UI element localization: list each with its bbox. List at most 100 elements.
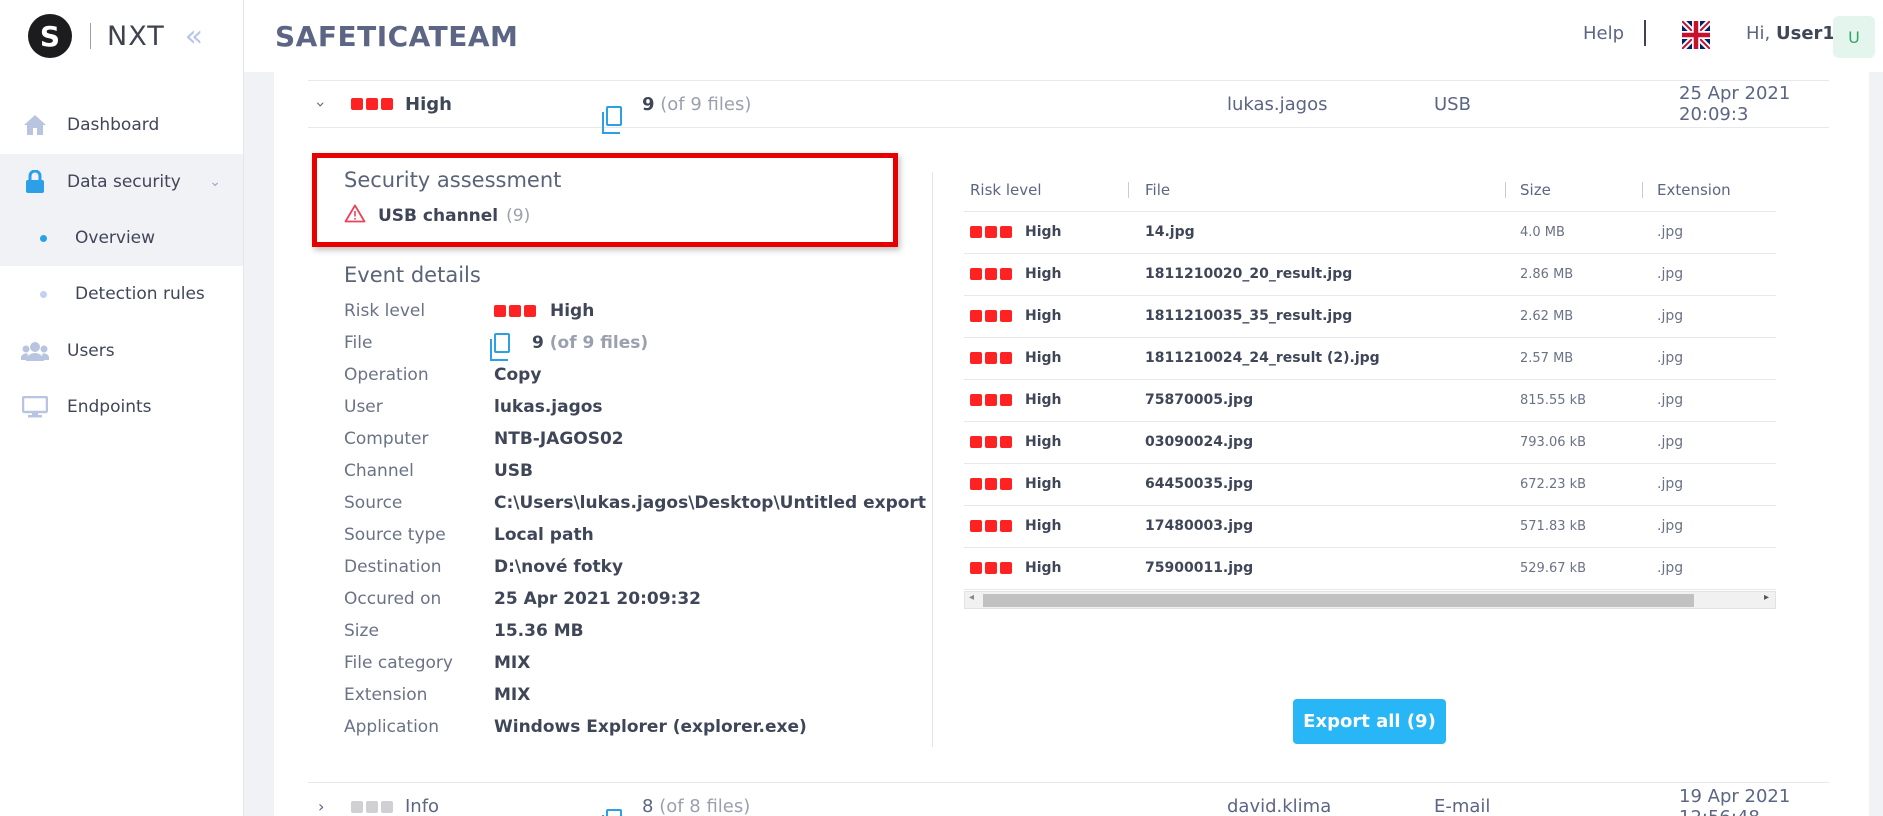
file-size: 4.0 MB (1520, 225, 1565, 240)
table-row[interactable]: High 75900011.jpg 529.67 kB .jpg (964, 548, 1776, 590)
brand-name: NXT (107, 20, 165, 52)
date-cell: 19 Apr 2021 12:56:48 (1679, 785, 1791, 816)
file-size: 815.55 kB (1520, 393, 1587, 408)
help-link[interactable]: Help (1583, 23, 1624, 44)
file-extension: .jpg (1657, 434, 1684, 450)
file-extension: .jpg (1657, 266, 1684, 282)
table-row[interactable]: High 14.jpg 4.0 MB .jpg (964, 212, 1776, 254)
chevron-right-icon[interactable]: › (318, 797, 324, 816)
home-icon (21, 114, 49, 136)
file-extension: .jpg (1657, 308, 1684, 324)
copy-icon (490, 333, 510, 361)
scrollbar-thumb[interactable] (983, 594, 1694, 607)
file-size: 529.67 kB (1520, 561, 1587, 576)
column-header-extension[interactable]: Extension (1657, 181, 1731, 199)
uk-flag-icon[interactable] (1679, 18, 1713, 52)
main-content: › High 9 (of 9 files) lukas.jagos USB 25… (274, 72, 1869, 816)
detail-occured-on: Occured on 25 Apr 2021 20:09:32 (344, 589, 702, 609)
file-size: 2.62 MB (1520, 309, 1574, 324)
detail-extension: Extension MIX (344, 685, 531, 705)
lock-icon (21, 170, 49, 194)
risk-label: High (1025, 350, 1062, 366)
detail-destination: Destination D:\nové fotky (344, 557, 624, 577)
horizontal-scrollbar[interactable]: ◂ ▸ (964, 591, 1776, 609)
sidebar-item-dashboard[interactable]: Dashboard (0, 97, 243, 153)
chevron-down-icon: ⌄ (209, 174, 221, 190)
sidebar-item-label: Detection rules (75, 284, 205, 304)
column-header-file[interactable]: File (1145, 181, 1170, 199)
detail-risk-level: Risk level High (344, 301, 595, 321)
detail-source: Source C:\Users\lukas.jagos\Desktop\Untit… (344, 493, 926, 513)
risk-indicator (970, 562, 1012, 574)
file-name: 1811210024_24_result (2).jpg (1145, 350, 1380, 366)
logo: S (28, 14, 72, 58)
monitor-icon (21, 396, 49, 418)
sidebar-item-label: Users (67, 341, 115, 361)
column-header-risk[interactable]: Risk level (970, 181, 1042, 199)
file-count: 9 (of 9 files) (642, 93, 752, 115)
risk-indicator (970, 268, 1012, 280)
sidebar: S NXT « Dashboard Data security ⌄ Overvi… (0, 0, 244, 816)
active-dot-icon (40, 234, 47, 242)
table-row[interactable]: High 03090024.jpg 793.06 kB .jpg (964, 422, 1776, 464)
risk-label: High (1025, 560, 1062, 576)
event-details-title: Event details (344, 263, 481, 287)
sidebar-item-label: Endpoints (67, 397, 152, 417)
collapse-sidebar-icon[interactable]: « (185, 19, 203, 54)
table-row[interactable]: High 17480003.jpg 571.83 kB .jpg (964, 506, 1776, 548)
risk-label: High (1025, 392, 1062, 408)
risk-indicator (970, 520, 1012, 532)
file-extension: .jpg (1657, 392, 1684, 408)
column-header-size[interactable]: Size (1520, 181, 1551, 199)
scroll-left-icon[interactable]: ◂ (969, 592, 974, 603)
risk-indicator (351, 98, 393, 110)
table-row[interactable]: High 1811210024_24_result (2).jpg 2.57 MB.… (964, 338, 1776, 380)
user-greeting: Hi, User1 (1746, 23, 1835, 44)
detail-operation: Operation Copy (344, 365, 542, 385)
user-cell: lukas.jagos (1227, 93, 1328, 115)
file-size: 2.57 MB (1520, 351, 1574, 366)
avatar[interactable]: U (1833, 16, 1875, 58)
sidebar-item-endpoints[interactable]: Endpoints (0, 379, 243, 435)
scroll-right-icon[interactable]: ▸ (1764, 592, 1769, 603)
detail-file: File 9 (of 9 files) (344, 333, 649, 361)
file-name: 64450035.jpg (1145, 476, 1254, 492)
detail-file-category: File category MIX (344, 653, 531, 673)
table-row[interactable]: High 1811210020_20_result.jpg 2.86 MB .jpg (964, 254, 1776, 296)
risk-label: High (1025, 224, 1062, 240)
risk-label: High (1025, 308, 1062, 324)
event-row[interactable]: › Info 8 (of 8 files) david.klima E-mail… (308, 782, 1829, 816)
chevron-down-icon[interactable]: › (312, 101, 331, 107)
brand: S NXT « (28, 14, 203, 58)
copy-icon (602, 808, 622, 816)
file-extension: .jpg (1657, 350, 1684, 366)
risk-indicator (351, 800, 393, 813)
table-row[interactable]: High 64450035.jpg 672.23 kB .jpg (964, 464, 1776, 506)
table-header: Risk level File Size Extension (964, 168, 1776, 212)
sidebar-item-data-security[interactable]: Data security ⌄ (0, 154, 243, 210)
export-all-button[interactable]: Export all (9) (1293, 699, 1446, 744)
page-title: SAFETICATEAM (275, 20, 519, 53)
file-name: 75900011.jpg (1145, 560, 1254, 576)
sidebar-item-detection-rules[interactable]: Detection rules (0, 266, 243, 322)
sidebar-item-users[interactable]: Users (0, 323, 243, 379)
file-extension: .jpg (1657, 476, 1684, 492)
table-row[interactable]: High 75870005.jpg 815.55 kB .jpg (964, 380, 1776, 422)
risk-indicator (970, 310, 1012, 322)
security-assessment-item: USB channel (9) (344, 204, 530, 228)
risk-label: High (1025, 476, 1062, 492)
brand-divider (90, 23, 91, 49)
event-row[interactable]: › High 9 (of 9 files) lukas.jagos USB 25… (308, 80, 1829, 134)
detail-size: Size 15.36 MB (344, 621, 584, 641)
risk-indicator (970, 394, 1012, 406)
sidebar-item-label: Overview (75, 228, 156, 248)
file-extension: .jpg (1657, 224, 1684, 240)
dot-icon (40, 290, 47, 298)
file-extension: .jpg (1657, 518, 1684, 534)
table-row[interactable]: High 1811210035_35_result.jpg 2.62 MB .jpg (964, 296, 1776, 338)
risk-indicator (970, 436, 1012, 448)
file-name: 17480003.jpg (1145, 518, 1254, 534)
detail-source-type: Source type Local path (344, 525, 594, 545)
sidebar-item-overview[interactable]: Overview (0, 210, 243, 266)
sidebar-item-label: Data security (67, 172, 181, 192)
